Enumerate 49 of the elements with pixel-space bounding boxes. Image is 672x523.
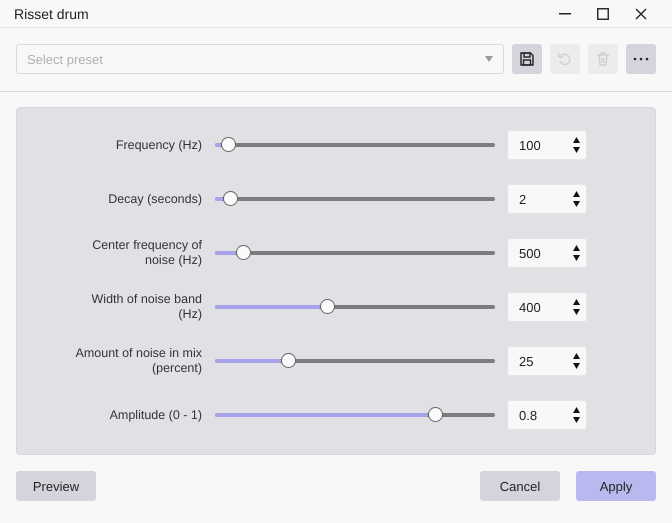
down-arrow-icon[interactable]: [572, 201, 580, 207]
parameter-label: Center frequency of noise (Hz): [91, 238, 202, 268]
up-arrow-icon[interactable]: [572, 137, 580, 143]
slider[interactable]: [215, 191, 495, 207]
down-arrow-icon[interactable]: [572, 309, 580, 315]
parameter-label: Frequency (Hz): [114, 138, 202, 152]
down-arrow-icon[interactable]: [572, 147, 580, 153]
down-arrow-icon[interactable]: [572, 363, 580, 369]
down-arrow-icon[interactable]: [572, 417, 580, 423]
window-title: Risset drum: [14, 6, 90, 22]
slider-thumb[interactable]: [236, 245, 251, 260]
parameter-label: Width of noise band (Hz): [90, 292, 202, 322]
parameter-label: Amplitude (0 - 1): [108, 408, 202, 422]
slider[interactable]: [215, 245, 495, 261]
more-icon: [633, 57, 649, 61]
slider[interactable]: [215, 353, 495, 369]
caret-icon: [485, 56, 493, 62]
slider-thumb[interactable]: [220, 137, 236, 152]
minimize-icon: [559, 12, 571, 14]
number-field[interactable]: 100: [507, 130, 587, 160]
slider[interactable]: [215, 299, 495, 315]
trash-icon: [596, 51, 610, 67]
number-field[interactable]: 400: [507, 292, 587, 322]
number-field[interactable]: 0.8: [507, 400, 587, 430]
primary-button[interactable]: Apply: [576, 471, 656, 501]
parameter-label: Decay (seconds): [107, 192, 202, 206]
up-arrow-icon[interactable]: [572, 353, 580, 359]
save-icon: [519, 51, 535, 67]
parameter-label: Amount of noise in mix (percent): [74, 346, 202, 376]
slider-thumb[interactable]: [280, 353, 296, 368]
number-field[interactable]: 25: [507, 346, 587, 376]
up-arrow-icon[interactable]: [572, 191, 580, 197]
maximize-icon: [597, 8, 609, 20]
slider-thumb[interactable]: [428, 407, 444, 422]
close-icon: [635, 8, 647, 20]
down-arrow-icon[interactable]: [572, 255, 580, 261]
number-field[interactable]: 500: [507, 238, 587, 268]
up-arrow-icon[interactable]: [572, 407, 580, 413]
number-field[interactable]: 2: [507, 184, 587, 214]
save-button[interactable]: [512, 44, 542, 74]
secondary-button[interactable]: Preview: [16, 471, 96, 501]
slider-thumb[interactable]: [223, 191, 238, 206]
slider[interactable]: [215, 407, 495, 423]
up-arrow-icon[interactable]: [572, 299, 580, 305]
slider-thumb[interactable]: [320, 299, 335, 314]
slider[interactable]: [215, 137, 495, 153]
up-arrow-icon[interactable]: [572, 245, 580, 251]
secondary-button[interactable]: Cancel: [480, 471, 560, 501]
undo-icon: [557, 51, 573, 67]
